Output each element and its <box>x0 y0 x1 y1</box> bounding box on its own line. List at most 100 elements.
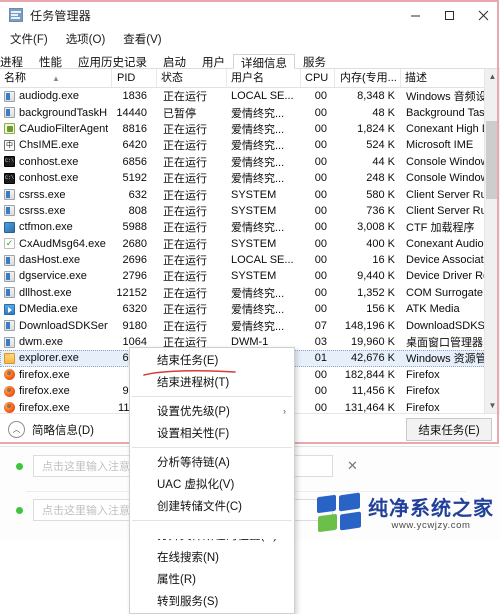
close-icon[interactable] <box>466 0 500 30</box>
puzzle-icon <box>4 123 15 135</box>
column-header-cpu[interactable]: CPU <box>301 69 335 87</box>
process-name: conhost.exe <box>19 172 79 185</box>
cell-name: firefox.exe <box>0 385 112 397</box>
cell-memory: 156 K <box>366 303 395 316</box>
cell-description: COM Surrogate <box>406 286 484 299</box>
cell-memory: 248 K <box>366 172 395 185</box>
context-menu-item[interactable]: 结束进程树(T) <box>130 371 294 393</box>
minimize-icon[interactable] <box>398 0 432 30</box>
cell-status: 正在运行 <box>163 156 207 169</box>
scroll-up-icon[interactable]: ▲ <box>485 69 500 84</box>
context-menu-overflow <box>129 525 295 539</box>
context-menu-item-label: 创建转储文件(C) <box>157 501 242 513</box>
process-name: ctfmon.exe <box>19 221 73 234</box>
note-status-dot <box>16 462 23 470</box>
context-menu-item[interactable]: 设置优先级(P) › <box>130 400 294 422</box>
cell-status: 正在运行 <box>163 304 207 317</box>
table-row[interactable]: C:\ conhost.exe 6856 正在运行 爱情终究... 00 44 K Conso… <box>0 154 500 170</box>
scrollbar-thumb[interactable] <box>486 121 499 199</box>
watermark-url: www.ycwjzy.com <box>391 519 471 531</box>
tab-processes[interactable]: 进程 <box>0 53 31 69</box>
end-task-button[interactable]: 结束任务(E) <box>406 418 492 441</box>
tab-users[interactable]: 用户 <box>194 53 233 69</box>
context-menu-item[interactable]: 创建转储文件(C) <box>130 495 294 517</box>
cell-description: Firefox <box>406 401 440 413</box>
context-menu-item[interactable]: 属性(R) <box>130 568 294 590</box>
cell-description: Console Window Host <box>406 155 496 168</box>
cell-pid: 12152 <box>116 286 147 299</box>
cell-username: 爱情终究... <box>231 140 285 153</box>
generic-app-icon <box>4 107 15 119</box>
cell-description: Device Driver Repair ... <box>406 270 496 283</box>
cell-cpu: 00 <box>314 270 327 283</box>
table-row[interactable]: DMedia.exe 6320 正在运行 爱情终究... 00 156 K ATK Medi… <box>0 301 500 317</box>
tabstrip: 进程 性能 应用历史记录 启动 用户 详细信息 服务 <box>0 48 500 70</box>
column-header-memory[interactable]: 内存(专用... <box>335 69 401 87</box>
cell-memory: 736 K <box>366 204 395 217</box>
tab-startup[interactable]: 启动 <box>155 53 194 69</box>
cell-memory: 580 K <box>366 188 395 201</box>
table-row[interactable]: audiodg.exe 1836 正在运行 LOCAL SE... 00 8,348 K W… <box>0 88 500 104</box>
maximize-icon[interactable] <box>432 0 466 30</box>
table-row[interactable]: backgroundTaskH... 14440 已暂停 爱情终究... 00 48 K B… <box>0 104 500 120</box>
menubar: 文件(F) 选项(O) 查看(V) <box>0 30 500 48</box>
cell-cpu: 00 <box>314 368 327 381</box>
note-close-icon[interactable]: ✕ <box>347 458 358 474</box>
cell-pid: 9180 <box>122 319 147 332</box>
context-menu-item[interactable]: 结束任务(E) <box>130 349 294 371</box>
cell-name: firefox.exe <box>0 369 112 381</box>
menu-options[interactable]: 选项(O) <box>58 30 114 49</box>
tab-services[interactable]: 服务 <box>295 53 334 69</box>
cell-memory: 44 K <box>372 155 395 168</box>
cell-memory: 1,824 K <box>357 122 395 135</box>
tab-app-history[interactable]: 应用历史记录 <box>70 53 155 69</box>
table-row[interactable]: ctfmon.exe 5988 正在运行 爱情终究... 00 3,008 K CTF 加载… <box>0 219 500 235</box>
cell-name: ✓ CxAudMsg64.exe <box>0 238 112 250</box>
tab-performance[interactable]: 性能 <box>31 53 70 69</box>
tab-details[interactable]: 详细信息 <box>233 54 295 70</box>
cell-cpu: 00 <box>314 237 327 250</box>
cell-username: 爱情终究... <box>231 173 285 186</box>
table-row[interactable]: csrss.exe 808 正在运行 SYSTEM 00 736 K Client Serv… <box>0 203 500 219</box>
table-row[interactable]: CAudioFilterAgent... 8816 正在运行 爱情终究... 00 1,8… <box>0 121 500 137</box>
table-row[interactable]: C:\ conhost.exe 5192 正在运行 爱情终究... 00 248 K Cons… <box>0 170 500 186</box>
context-menu-item-label: 结束进程树(T) <box>157 377 230 389</box>
cell-name: DMedia.exe <box>0 303 112 315</box>
process-name: audiodg.exe <box>19 90 79 103</box>
cell-pid: 14440 <box>116 106 147 119</box>
scroll-down-icon[interactable]: ▼ <box>485 398 500 413</box>
column-header-description[interactable]: 描述 <box>401 69 496 87</box>
context-menu-item[interactable]: 转到服务(S) <box>130 590 294 612</box>
cell-description: CTF 加载程序 <box>406 222 475 235</box>
menu-view[interactable]: 查看(V) <box>115 30 169 49</box>
column-header-status[interactable]: 状态 <box>157 69 227 87</box>
table-row[interactable]: ✓ CxAudMsg64.exe 2680 正在运行 SYSTEM 00 400 K Cone… <box>0 236 500 252</box>
process-name: DMedia.exe <box>19 303 78 316</box>
cell-pid: 6856 <box>122 155 147 168</box>
context-menu-item[interactable]: 在线搜索(N) <box>130 546 294 568</box>
table-row[interactable]: 中 ChsIME.exe 6420 正在运行 爱情终究... 00 524 K Microso… <box>0 137 500 153</box>
table-row[interactable]: dllhost.exe 12152 正在运行 爱情终究... 00 1,352 K COM … <box>0 285 500 301</box>
context-menu-item[interactable]: 分析等待链(A) <box>130 451 294 473</box>
table-row[interactable]: csrss.exe 632 正在运行 SYSTEM 00 580 K Client Serv… <box>0 186 500 202</box>
process-name: dasHost.exe <box>19 254 81 267</box>
cell-username: LOCAL SE... <box>231 254 294 267</box>
table-row[interactable]: DownloadSDKServ... 9180 正在运行 爱情终究... 07 148,1… <box>0 317 500 333</box>
check-icon: ✓ <box>4 238 15 250</box>
cell-name: ctfmon.exe <box>0 221 112 233</box>
context-menu-item[interactable]: UAC 虚拟化(V) <box>130 473 294 495</box>
column-header-username[interactable]: 用户名 <box>227 69 301 87</box>
cell-name: csrss.exe <box>0 189 112 201</box>
cell-username: 爱情终究... <box>231 304 285 317</box>
table-row[interactable]: dasHost.exe 2696 正在运行 LOCAL SE... 00 16 K Devi… <box>0 252 500 268</box>
menu-file[interactable]: 文件(F) <box>2 30 56 49</box>
cell-name: dgservice.exe <box>0 270 112 282</box>
brief-info-toggle[interactable]: ︿ 简略信息(D) <box>8 421 94 438</box>
vertical-scrollbar[interactable]: ▲ ▼ <box>484 69 500 413</box>
column-header-pid[interactable]: PID <box>112 69 157 87</box>
column-header-name[interactable]: 名称 ▲ <box>0 69 112 87</box>
cell-pid: 2796 <box>122 270 147 283</box>
table-row[interactable]: dgservice.exe 2796 正在运行 SYSTEM 00 9,440 K Devi… <box>0 268 500 284</box>
cell-name: dllhost.exe <box>0 287 112 299</box>
context-menu-item[interactable]: 设置相关性(F) <box>130 422 294 444</box>
